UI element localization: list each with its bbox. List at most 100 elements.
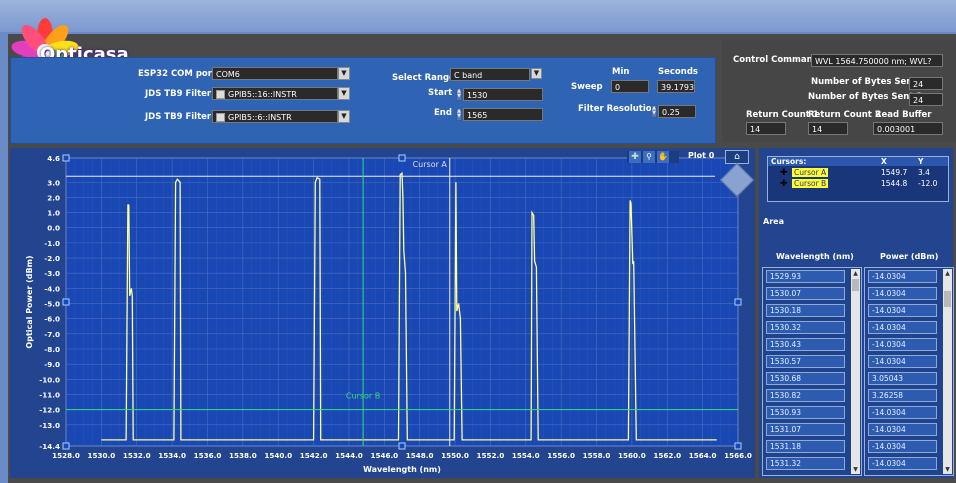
wavelength-cell[interactable]: 1531.32 [766, 457, 845, 470]
filter-resolution-stepper[interactable]: ▲ ▼ [651, 105, 657, 118]
bytes-sent-2-value: 24 [913, 96, 924, 105]
wavelength-cell[interactable]: 1530.93 [766, 406, 845, 419]
jds-filter2-dropdown-icon[interactable]: ▼ [338, 110, 350, 123]
scroll-down-icon[interactable]: ▼ [851, 465, 860, 474]
jds-filter2-value: GPIB5::6::INSTR [228, 113, 292, 122]
power-list[interactable]: ▲ ▼ -14.0304 -14.0304 -14.0304 -14.0304 -14.… [864, 267, 954, 476]
sweep-min-value: 0 [615, 83, 621, 92]
scroll-up-icon[interactable]: ▲ [851, 269, 860, 278]
power-cell[interactable]: -14.0304 [868, 406, 937, 419]
wavelength-cell[interactable]: 1530.82 [766, 389, 845, 402]
return-count-1-value: 14 [750, 125, 761, 134]
power-cell[interactable]: 3.26258 [868, 389, 937, 402]
esp32-port-dropdown-icon[interactable]: ▼ [338, 67, 350, 80]
jds-filter2-select[interactable]: GPIB5::6::INSTR [212, 110, 338, 123]
wavelength-cell[interactable]: 1531.07 [766, 423, 845, 436]
power-cell[interactable]: -14.0304 [868, 355, 937, 368]
cursor-a-name[interactable]: Cursor A [792, 168, 829, 177]
wavelength-cell[interactable]: 1530.18 [766, 304, 845, 317]
return-count-2-value: 14 [812, 125, 823, 134]
power-scrollbar[interactable]: ▲ ▼ [943, 269, 952, 474]
power-cell[interactable]: -14.0304 [868, 338, 937, 351]
power-cell[interactable]: -14.0304 [868, 457, 937, 470]
filter-resolution-value: 0.25 [662, 108, 680, 117]
home-icon[interactable]: ⌂ [725, 150, 749, 164]
filter-resolution-input[interactable]: 0.25 [658, 105, 696, 118]
cursor-table[interactable]: Cursors: X Y ✚ Cursor A 1549.7 3.4 ✚ Cur… [767, 156, 949, 202]
crosshair-tool-icon[interactable]: ✚ [629, 151, 641, 163]
control-command-label: Control Command [733, 55, 819, 65]
esp32-port-label: ESP32 COM port [138, 69, 217, 79]
scroll-thumb[interactable] [852, 279, 859, 291]
bytes-sent-1-value: 24 [913, 80, 924, 89]
end-input[interactable]: 1565 [463, 108, 543, 121]
jds-filter-label: JDS TB9 Filter [145, 89, 212, 99]
wavelength-scrollbar[interactable]: ▲ ▼ [851, 269, 860, 474]
end-stepper[interactable]: ▲ ▼ [456, 108, 462, 121]
end-label: End [434, 108, 452, 118]
cursor-b-x: 1544.8 [881, 179, 908, 188]
select-range-label: Select Range [392, 73, 455, 83]
plot-toolbar: ✚ ⚲ ✋ [627, 151, 679, 163]
wavelength-cell[interactable]: 1530.68 [766, 372, 845, 385]
select-range-value: C band [454, 71, 483, 80]
esp32-port-select[interactable]: COM6 [212, 67, 338, 80]
cursor-b-y: -12.0 [918, 179, 938, 188]
instrument-icon [216, 113, 225, 122]
sweep-min-display: 0 [611, 80, 649, 93]
wavelength-cell[interactable]: 1531.18 [766, 440, 845, 453]
sweep-min-header: Min [612, 67, 630, 77]
scroll-up-icon[interactable]: ▲ [943, 269, 952, 278]
cursor-a-y: 3.4 [918, 168, 930, 177]
start-stepper[interactable]: ▲ ▼ [456, 88, 462, 101]
cursor-b-marker-icon[interactable]: ✚ [780, 179, 788, 189]
bytes-sent-2-label: Number of Bytes Sent 2 [808, 92, 923, 102]
bytes-sent-1-display: 24 [909, 77, 943, 90]
power-cell[interactable]: -14.0304 [868, 287, 937, 300]
instrument-icon [216, 90, 225, 99]
jds-filter-dropdown-icon[interactable]: ▼ [338, 87, 350, 100]
wavelength-cell[interactable]: 1530.43 [766, 338, 845, 351]
pan-tool-icon[interactable]: ✋ [657, 151, 669, 163]
select-range-dropdown-icon[interactable]: ▼ [531, 68, 542, 79]
control-command-value: WVL 1564.750000 nm; WVL? [815, 57, 932, 66]
jds-filter-value: GPIB5::16::INSTR [228, 90, 297, 99]
filter-resolution-label: Filter Resolution [578, 104, 658, 114]
start-label: Start [428, 88, 453, 98]
jds-filter-select[interactable]: GPIB5::16::INSTR [212, 87, 338, 100]
scroll-down-icon[interactable]: ▼ [943, 465, 952, 474]
wavelength-cell[interactable]: 1530.32 [766, 321, 845, 334]
wavelength-cell[interactable]: 1529.93 [766, 270, 845, 283]
power-cell[interactable]: -14.0304 [868, 304, 937, 317]
select-range-select[interactable]: C band [450, 68, 530, 81]
zoom-tool-icon[interactable]: ⚲ [643, 151, 655, 163]
wavelength-cell[interactable]: 1530.57 [766, 355, 845, 368]
power-cell[interactable]: -14.0304 [868, 423, 937, 436]
return-count-2-display: 14 [808, 122, 848, 135]
scroll-thumb[interactable] [944, 291, 951, 307]
sweep-seconds-display: 39.1793 [657, 80, 695, 93]
sweep-label: Sweep [571, 82, 603, 92]
area-label: Area [763, 217, 784, 226]
wavelength-cell[interactable]: 1530.07 [766, 287, 845, 300]
sweep-seconds-value: 39.1793 [661, 83, 695, 92]
wavelength-header: Wavelength (nm) [776, 252, 854, 261]
end-value: 1565 [467, 111, 488, 120]
cursors-header: Cursors: [771, 157, 807, 166]
power-cell[interactable]: -14.0304 [868, 321, 937, 334]
wavelength-list[interactable]: ▲ ▼ 1529.93 1530.07 1530.18 1530.32 1530.43 1… [762, 267, 862, 476]
read-buffer-label: Read Buffer [875, 110, 932, 120]
start-value: 1530 [467, 91, 488, 100]
cursor-x-header: X [881, 157, 887, 166]
read-buffer-value: 0.003001 [877, 125, 916, 134]
power-cell[interactable]: -14.0304 [868, 270, 937, 283]
cursor-b-name[interactable]: Cursor B [792, 179, 829, 188]
control-command-display: WVL 1564.750000 nm; WVL? [811, 54, 943, 67]
power-cell[interactable]: -14.0304 [868, 440, 937, 453]
plot-container [10, 148, 755, 478]
cursor-y-header: Y [918, 157, 924, 166]
esp32-port-value: COM6 [216, 70, 240, 79]
cursor-a-marker-icon[interactable]: ✚ [780, 168, 788, 178]
power-cell[interactable]: 3.05043 [868, 372, 937, 385]
start-input[interactable]: 1530 [463, 88, 543, 101]
